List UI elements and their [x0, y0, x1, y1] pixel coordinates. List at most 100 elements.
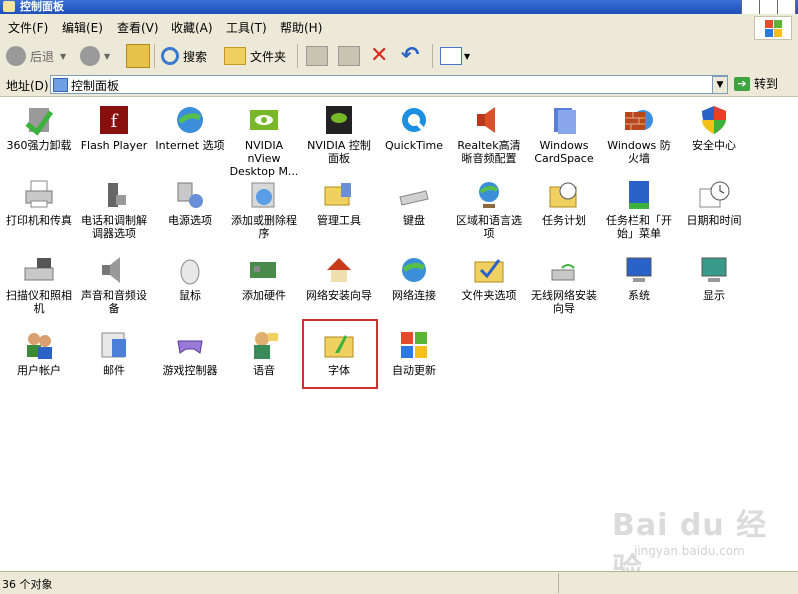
delete-button[interactable]: ✕ [370, 43, 388, 69]
go-button[interactable]: ➔ 转到 [734, 75, 778, 92]
display-icon [698, 254, 730, 286]
copy-to-button[interactable] [338, 43, 360, 69]
item-quicktime[interactable]: QuickTime [378, 104, 450, 152]
item-label: 文件夹选项 [461, 289, 517, 302]
menu-view[interactable]: 查看(V) [117, 19, 159, 36]
window-title: 控制面板 [20, 0, 64, 13]
item-system[interactable]: 系统 [603, 254, 675, 302]
item-nvidia-nview[interactable]: NVIDIA nView Desktop M... [228, 104, 300, 178]
item-taskbar-start-menu[interactable]: 任务栏和「开始」菜单 [603, 179, 675, 240]
item-label: Windows 防火墙 [607, 139, 671, 165]
item-label: 邮件 [103, 364, 125, 377]
menu-file[interactable]: 文件(F) [8, 19, 48, 36]
folders-icon [224, 47, 246, 65]
address-label: 地址(D) [6, 79, 49, 93]
selection-highlight [302, 319, 378, 389]
item-flash-player[interactable]: f Flash Player [78, 104, 150, 152]
toolbar: 后退 ▼ ▼ 搜索 文件夹 ✕ ↶ ▼ [0, 40, 798, 73]
minimize-button[interactable]: _ [741, 0, 760, 15]
item-scanners-cameras[interactable]: 扫描仪和照相机 [3, 254, 75, 315]
address-value: 控制面板 [71, 79, 120, 93]
item-realtek-audio[interactable]: Realtek高清晰音频配置 [453, 104, 525, 165]
shield-icon [698, 104, 730, 136]
nvidia-control-icon [323, 104, 355, 136]
back-dropdown-icon[interactable]: ▼ [60, 52, 66, 61]
views-button[interactable]: ▼ [440, 43, 470, 69]
item-mouse[interactable]: 鼠标 [154, 254, 226, 302]
up-button[interactable] [126, 43, 150, 69]
close-button[interactable]: × [777, 0, 796, 15]
item-windows-cardspace[interactable]: Windows CardSpace [528, 104, 600, 165]
printer-icon [23, 179, 55, 211]
item-date-time[interactable]: 日期和时间 [678, 179, 750, 227]
item-internet-options[interactable]: Internet 选项 [154, 104, 226, 152]
item-label: NVIDIA nView Desktop M... [229, 139, 299, 178]
item-label: 日期和时间 [686, 214, 742, 227]
folders-button[interactable]: 文件夹 [224, 43, 286, 69]
forward-dropdown-icon[interactable]: ▼ [104, 52, 110, 61]
network-globe-icon [398, 254, 430, 286]
control-panel-small-icon [53, 78, 68, 92]
item-phone-modem[interactable]: 电话和调制解调器选项 [78, 179, 150, 240]
windows-update-icon [398, 329, 430, 361]
item-windows-firewall[interactable]: Windows 防火墙 [603, 104, 675, 165]
up-folder-icon [126, 44, 150, 68]
firewall-icon [623, 104, 655, 136]
item-360-uninstall[interactable]: 360强力卸载 [3, 104, 75, 152]
views-icon [440, 47, 462, 65]
item-label: 区域和语言选项 [456, 214, 522, 240]
item-region-language[interactable]: 区域和语言选项 [453, 179, 525, 240]
item-game-controllers[interactable]: 游戏控制器 [154, 329, 226, 377]
menu-help[interactable]: 帮助(H) [280, 19, 322, 36]
item-label: 用户帐户 [17, 364, 61, 377]
address-input[interactable]: 控制面板 [50, 75, 728, 94]
item-label: NVIDIA 控制面板 [307, 139, 371, 165]
menu-favorites[interactable]: 收藏(A) [171, 19, 213, 36]
address-dropdown-icon[interactable]: ▼ [712, 76, 728, 94]
forward-button[interactable]: ▼ [80, 43, 110, 69]
maximize-button[interactable]: □ [759, 0, 778, 15]
item-add-remove-programs[interactable]: 添加或删除程序 [228, 179, 300, 240]
item-automatic-updates[interactable]: 自动更新 [378, 329, 450, 377]
item-display[interactable]: 显示 [678, 254, 750, 302]
item-network-connections[interactable]: 网络连接 [378, 254, 450, 302]
item-admin-tools[interactable]: 管理工具 [303, 179, 375, 227]
speaker-icon [473, 104, 505, 136]
add-remove-programs-icon [248, 179, 280, 211]
item-printers-faxes[interactable]: 打印机和传真 [3, 179, 75, 227]
item-wireless-setup-wizard[interactable]: 无线网络安装向导 [528, 254, 600, 315]
go-arrow-icon: ➔ [734, 76, 750, 91]
menu-tools[interactable]: 工具(T) [226, 19, 267, 36]
back-button[interactable]: 后退 ▼ [6, 43, 66, 69]
item-label: 显示 [703, 289, 725, 302]
item-label: 游戏控制器 [162, 364, 218, 377]
item-label: Realtek高清晰音频配置 [457, 139, 521, 165]
item-network-setup-wizard[interactable]: 网络安装向导 [303, 254, 375, 302]
item-scheduled-tasks[interactable]: 任务计划 [528, 179, 600, 227]
item-mail[interactable]: 邮件 [78, 329, 150, 377]
move-to-button[interactable] [306, 43, 328, 69]
address-bar: 地址(D) 控制面板 [0, 72, 798, 97]
item-user-accounts[interactable]: 用户帐户 [3, 329, 75, 377]
taskbar-icon [623, 179, 655, 211]
views-dropdown-icon[interactable]: ▼ [464, 52, 470, 61]
undo-button[interactable]: ↶ [401, 43, 419, 69]
search-label: 搜索 [183, 49, 208, 64]
globe-stand-icon [473, 179, 505, 211]
wireless-icon [548, 254, 580, 286]
item-label: 网络安装向导 [306, 289, 372, 302]
item-label: 扫描仪和照相机 [6, 289, 72, 315]
item-keyboard[interactable]: 键盘 [378, 179, 450, 227]
item-power-options[interactable]: 电源选项 [154, 179, 226, 227]
menu-edit[interactable]: 编辑(E) [62, 19, 103, 36]
search-button[interactable]: 搜索 [161, 43, 207, 69]
item-label: 网络连接 [392, 289, 436, 302]
search-icon [161, 47, 179, 65]
item-label: Internet 选项 [155, 139, 225, 152]
item-speech[interactable]: 语音 [228, 329, 300, 377]
item-security-center[interactable]: 安全中心 [678, 104, 750, 152]
item-nvidia-control-panel[interactable]: NVIDIA 控制面板 [303, 104, 375, 165]
item-sounds-audio[interactable]: 声音和音频设备 [78, 254, 150, 315]
item-folder-options[interactable]: 文件夹选项 [453, 254, 525, 302]
item-add-hardware[interactable]: 添加硬件 [228, 254, 300, 302]
